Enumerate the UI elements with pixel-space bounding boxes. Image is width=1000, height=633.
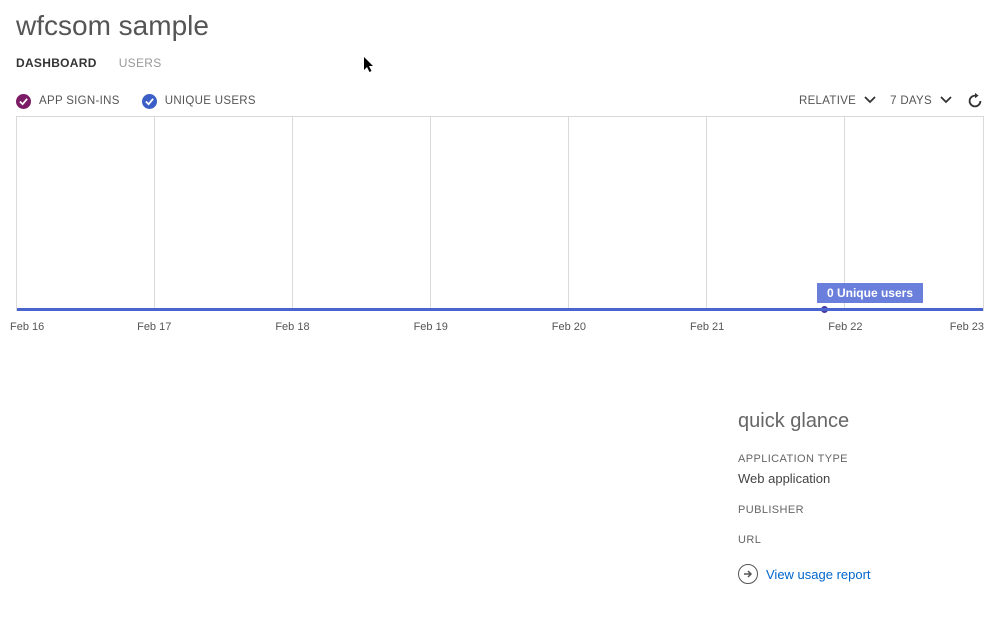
tab-users[interactable]: USERS bbox=[119, 56, 162, 70]
x-tick: Feb 21 bbox=[690, 321, 724, 333]
legend-label: UNIQUE USERS bbox=[165, 95, 256, 107]
app-type-value: Web application bbox=[738, 471, 968, 486]
page-title: wfcsom sample bbox=[16, 10, 990, 42]
app-type-label: APPLICATION TYPE bbox=[738, 453, 968, 465]
chart-canvas[interactable]: 0 Unique users bbox=[16, 116, 984, 311]
x-tick: Feb 23 bbox=[950, 321, 984, 333]
arrow-right-icon bbox=[738, 564, 758, 584]
chevron-down-icon bbox=[940, 95, 952, 107]
refresh-icon[interactable] bbox=[966, 92, 984, 110]
chart-x-axis: Feb 16 Feb 17 Feb 18 Feb 19 Feb 20 Feb 2… bbox=[16, 321, 984, 339]
chevron-down-icon bbox=[864, 95, 876, 107]
tab-bar: DASHBOARD USERS bbox=[10, 56, 990, 70]
chart-toolbar: APP SIGN-INS UNIQUE USERS RELATIVE 7 DAY… bbox=[10, 92, 990, 110]
x-tick: Feb 19 bbox=[414, 321, 448, 333]
x-tick: Feb 17 bbox=[137, 321, 171, 333]
check-icon bbox=[16, 94, 31, 109]
chart-tooltip: 0 Unique users bbox=[817, 283, 923, 303]
legend-label: APP SIGN-INS bbox=[39, 95, 120, 107]
x-tick: Feb 22 bbox=[828, 321, 862, 333]
range-mode-label: RELATIVE bbox=[799, 95, 856, 107]
x-tick: Feb 20 bbox=[552, 321, 586, 333]
chart-gridlines bbox=[17, 117, 983, 311]
view-usage-report-link[interactable]: View usage report bbox=[766, 567, 871, 582]
legend-unique-users[interactable]: UNIQUE USERS bbox=[142, 94, 256, 109]
publisher-label: PUBLISHER bbox=[738, 504, 968, 516]
quick-glance-heading: quick glance bbox=[738, 410, 968, 433]
range-mode-dropdown[interactable]: RELATIVE bbox=[799, 95, 876, 107]
range-value-dropdown[interactable]: 7 DAYS bbox=[890, 95, 952, 107]
check-icon bbox=[142, 94, 157, 109]
chart-baseline bbox=[17, 308, 983, 311]
x-tick: Feb 18 bbox=[275, 321, 309, 333]
range-value-label: 7 DAYS bbox=[890, 95, 932, 107]
quick-glance-panel: quick glance APPLICATION TYPE Web applic… bbox=[738, 410, 968, 584]
url-label: URL bbox=[738, 534, 968, 546]
x-tick: Feb 16 bbox=[10, 321, 44, 333]
legend-app-signins[interactable]: APP SIGN-INS bbox=[16, 94, 120, 109]
tab-dashboard[interactable]: DASHBOARD bbox=[16, 56, 97, 70]
